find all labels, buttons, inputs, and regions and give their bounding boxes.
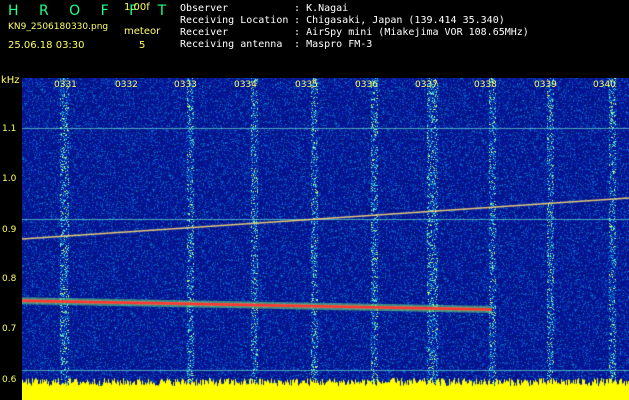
y-tick-label: 0.8 bbox=[2, 274, 17, 284]
info-key: Receiving antenna bbox=[180, 39, 283, 50]
time-tick-label: 0331 bbox=[54, 80, 77, 90]
info-observer: Observer: K.Nagai bbox=[180, 4, 348, 14]
time-tick-label: 0338 bbox=[474, 80, 497, 90]
info-key: Receiver bbox=[180, 27, 229, 38]
info-sep: : bbox=[294, 15, 301, 26]
spectrogram-plot bbox=[22, 78, 629, 400]
info-key: Observer bbox=[180, 3, 229, 14]
version-label: 1.00f bbox=[124, 2, 150, 13]
info-key: Receiving Location bbox=[180, 15, 289, 26]
meteor-count: 5 bbox=[139, 40, 146, 51]
datetime-label: 25.06.18 03:30 bbox=[8, 40, 85, 51]
info-antenna: Receiving antenna: Maspro FM-3 bbox=[180, 40, 372, 50]
time-tick-label: 0334 bbox=[234, 80, 257, 90]
file-name: KN9_2506180330.png bbox=[8, 22, 109, 32]
header-panel: H R O F F T 1.00f KN9_2506180330.png met… bbox=[0, 0, 629, 78]
info-location: Receiving Location: Chigasaki, Japan (13… bbox=[180, 16, 505, 26]
info-value: K.Nagai bbox=[306, 3, 349, 14]
y-tick-label: 1.0 bbox=[2, 174, 17, 184]
info-sep: : bbox=[294, 39, 301, 50]
time-tick-label: 0336 bbox=[355, 80, 378, 90]
y-tick-label: 1.1 bbox=[2, 124, 17, 134]
info-receiver: Receiver: AirSpy mini (Miakejima VOR 108… bbox=[180, 28, 529, 38]
meteor-label: meteor bbox=[124, 26, 161, 37]
time-tick-label: 0340 bbox=[593, 80, 616, 90]
info-value: AirSpy mini (Miakejima VOR 108.65MHz) bbox=[306, 27, 529, 38]
info-sep: : bbox=[294, 3, 301, 14]
y-tick-label: 0.6 bbox=[2, 375, 17, 385]
info-value: Chigasaki, Japan (139.414 35.340) bbox=[306, 15, 505, 26]
y-unit-label: kHz bbox=[1, 75, 20, 86]
time-tick-label: 0333 bbox=[174, 80, 197, 90]
y-tick-label: 0.9 bbox=[2, 225, 17, 235]
time-tick-label: 0337 bbox=[415, 80, 438, 90]
info-sep: : bbox=[294, 27, 301, 38]
info-value: Maspro FM-3 bbox=[306, 39, 373, 50]
time-tick-label: 0339 bbox=[534, 80, 557, 90]
y-tick-label: 0.7 bbox=[2, 324, 17, 334]
time-tick-label: 0332 bbox=[115, 80, 138, 90]
time-tick-label: 0335 bbox=[295, 80, 318, 90]
